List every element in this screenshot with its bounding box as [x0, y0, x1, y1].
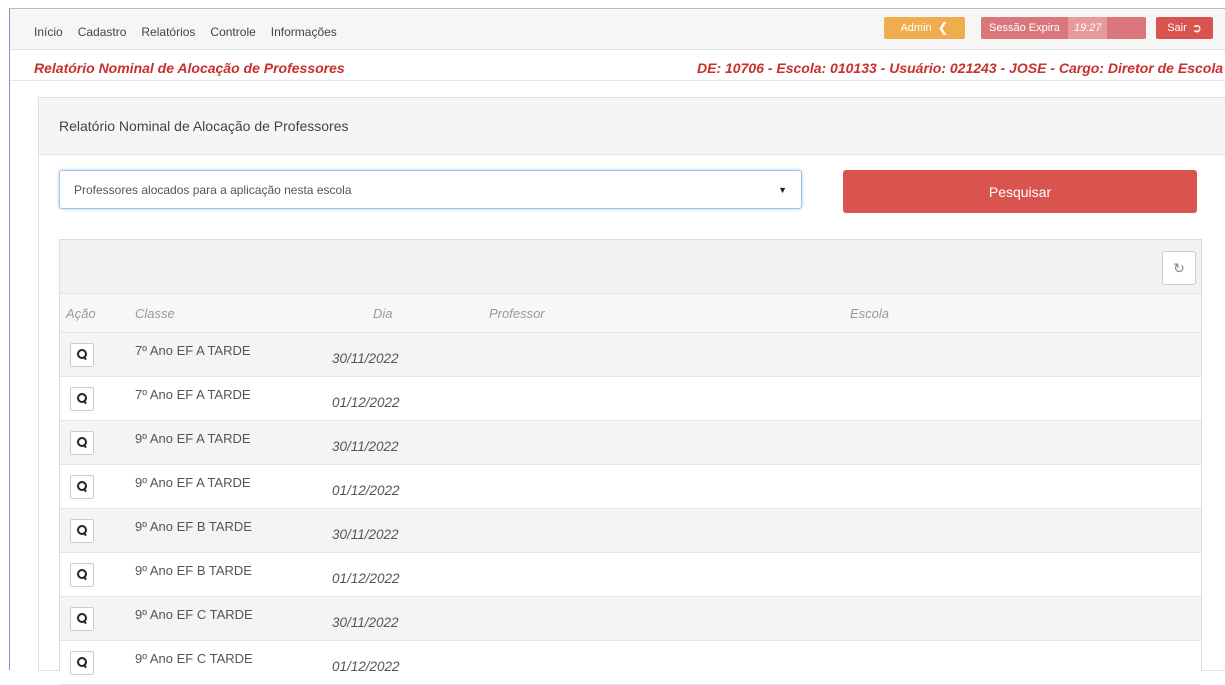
cell-dia: 01/12/2022: [332, 571, 400, 586]
search-icon: [76, 393, 88, 405]
report-type-selected-value: Professores alocados para a aplicação ne…: [74, 182, 352, 197]
search-icon: [76, 613, 88, 625]
search-icon: [76, 437, 88, 449]
column-header-professor[interactable]: Professor: [489, 306, 831, 321]
logout-button[interactable]: Sair ➲: [1156, 17, 1213, 39]
row-action-cell: [60, 386, 118, 411]
row-action-cell: [60, 606, 118, 631]
search-icon: [76, 525, 88, 537]
grid-toolbar: ↻: [60, 240, 1201, 294]
cell-classe: 9º Ano EF A TARDE: [135, 475, 251, 490]
view-details-button[interactable]: [70, 430, 94, 455]
cell-dia: 01/12/2022: [332, 483, 400, 498]
panel-heading: Relatório Nominal de Alocação de Profess…: [39, 98, 1225, 155]
user-context-info: DE: 10706 - Escola: 010133 - Usuário: 02…: [697, 60, 1223, 76]
menu-item-controle[interactable]: Controle: [210, 25, 255, 39]
view-details-button[interactable]: [70, 474, 94, 499]
cell-dia: 01/12/2022: [332, 395, 400, 410]
refresh-icon: ↻: [1173, 259, 1185, 276]
table-row: 9º Ano EF B TARDE 01/12/2022: [60, 553, 1201, 597]
cell-classe: 9º Ano EF C TARDE: [135, 607, 253, 622]
session-time: 19:27: [1067, 17, 1108, 39]
view-details-button[interactable]: [70, 518, 94, 543]
table-row: 7º Ano EF A TARDE 30/11/2022: [60, 333, 1201, 377]
logout-icon: ➲: [1191, 21, 1202, 35]
search-icon: [76, 349, 88, 361]
report-type-select[interactable]: Professores alocados para a aplicação ne…: [59, 170, 802, 209]
grid-body: 7º Ano EF A TARDE 30/11/2022 7º Ano EF A T…: [60, 333, 1201, 685]
cell-classe: 9º Ano EF B TARDE: [135, 519, 252, 534]
column-header-escola[interactable]: Escola: [831, 306, 1201, 321]
cell-dia: 30/11/2022: [332, 351, 399, 366]
column-header-dia[interactable]: Dia: [308, 306, 489, 321]
cell-classe: 9º Ano EF C TARDE: [135, 651, 253, 666]
table-row: 9º Ano EF C TARDE 30/11/2022: [60, 597, 1201, 641]
session-expire-badge: Sessão Expira 19:27: [981, 17, 1146, 39]
cell-classe: 7º Ano EF A TARDE: [135, 387, 251, 402]
row-action-cell: [60, 518, 118, 543]
main-menu: Início Cadastro Relatórios Controle Info…: [34, 25, 337, 39]
results-grid: ↻ Ação Classe Dia Professor Escola 7º An…: [59, 239, 1202, 685]
logout-label: Sair: [1167, 22, 1187, 34]
table-row: 9º Ano EF A TARDE 01/12/2022: [60, 465, 1201, 509]
cell-classe: 9º Ano EF B TARDE: [135, 563, 252, 578]
row-action-cell: [60, 430, 118, 455]
cell-dia: 30/11/2022: [332, 527, 399, 542]
dropdown-arrow-icon: ▼: [778, 184, 787, 195]
menu-item-relatorios[interactable]: Relatórios: [141, 25, 195, 39]
menu-item-inicio[interactable]: Início: [34, 25, 63, 39]
cell-dia: 30/11/2022: [332, 615, 399, 630]
cell-classe: 7º Ano EF A TARDE: [135, 343, 251, 358]
page-title: Relatório Nominal de Alocação de Profess…: [34, 60, 345, 76]
search-button[interactable]: Pesquisar: [843, 170, 1197, 213]
header-divider: [10, 80, 1225, 81]
table-row: 9º Ano EF A TARDE 30/11/2022: [60, 421, 1201, 465]
view-details-button[interactable]: [70, 562, 94, 587]
row-action-cell: [60, 562, 118, 587]
menu-item-cadastro[interactable]: Cadastro: [78, 25, 127, 39]
report-panel: Relatório Nominal de Alocação de Profess…: [38, 97, 1225, 685]
search-icon: [76, 569, 88, 581]
row-action-cell: [60, 474, 118, 499]
menu-item-informacoes[interactable]: Informações: [271, 25, 337, 39]
grid-header: Ação Classe Dia Professor Escola: [60, 294, 1201, 333]
view-details-button[interactable]: [70, 650, 94, 675]
refresh-button[interactable]: ↻: [1162, 251, 1196, 285]
column-header-classe[interactable]: Classe: [118, 306, 308, 321]
search-icon: [76, 657, 88, 669]
search-icon: [76, 481, 88, 493]
table-row: 7º Ano EF A TARDE 01/12/2022: [60, 377, 1201, 421]
cell-dia: 01/12/2022: [332, 659, 400, 674]
admin-label: Admin: [900, 22, 932, 34]
session-label: Sessão Expira: [989, 22, 1060, 34]
table-row: 9º Ano EF B TARDE 30/11/2022: [60, 509, 1201, 553]
row-action-cell: [60, 342, 118, 367]
cell-classe: 9º Ano EF A TARDE: [135, 431, 251, 446]
view-details-button[interactable]: [70, 342, 94, 367]
view-details-button[interactable]: [70, 606, 94, 631]
row-action-cell: [60, 650, 118, 675]
cell-dia: 30/11/2022: [332, 439, 399, 454]
table-row: 9º Ano EF C TARDE 01/12/2022: [60, 641, 1201, 685]
chevron-left-icon: ❮: [937, 20, 949, 35]
column-header-acao[interactable]: Ação: [60, 306, 118, 321]
admin-button[interactable]: Admin ❮: [884, 17, 965, 39]
view-details-button[interactable]: [70, 386, 94, 411]
